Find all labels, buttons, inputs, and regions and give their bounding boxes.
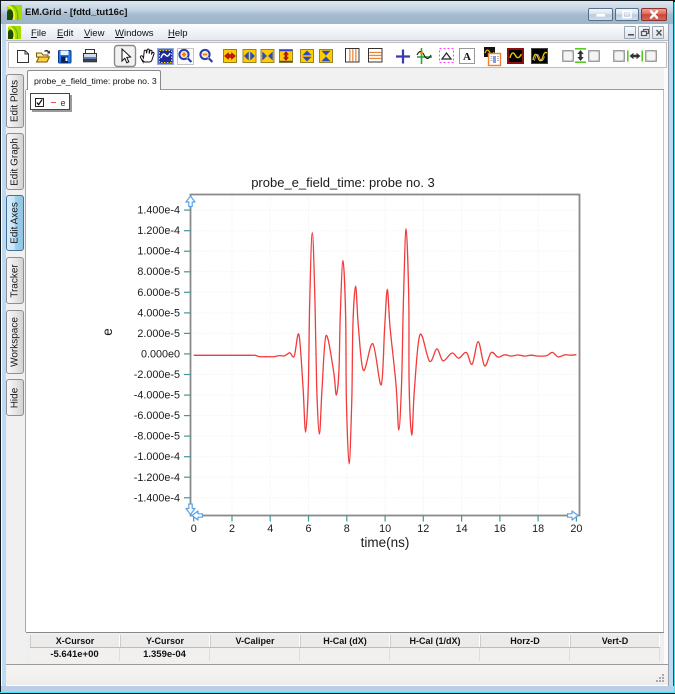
svg-text:1.000e-4: 1.000e-4 xyxy=(137,246,180,258)
svg-text:4: 4 xyxy=(267,523,273,535)
svg-text:6.000e-5: 6.000e-5 xyxy=(137,287,180,299)
svg-text:16: 16 xyxy=(494,523,506,535)
svg-text:2.000e-5: 2.000e-5 xyxy=(137,328,180,340)
svg-text:A: A xyxy=(463,51,471,63)
svg-text:-1.000e-4: -1.000e-4 xyxy=(134,451,180,463)
svg-text:8: 8 xyxy=(344,523,350,535)
svg-text:-4.000e-5: -4.000e-5 xyxy=(134,390,180,402)
svg-text:6: 6 xyxy=(305,523,311,535)
svg-text:1.400e-4: 1.400e-4 xyxy=(137,205,180,217)
svg-text:-2.000e-5: -2.000e-5 xyxy=(134,369,180,381)
svg-text:2: 2 xyxy=(229,523,235,535)
svg-text:0: 0 xyxy=(191,523,197,535)
svg-text:14: 14 xyxy=(456,523,468,535)
svg-text:8.000e-5: 8.000e-5 xyxy=(137,266,180,278)
svg-text:0.000e0: 0.000e0 xyxy=(141,348,180,360)
svg-text:-1.400e-4: -1.400e-4 xyxy=(134,492,180,504)
svg-text:4.000e-5: 4.000e-5 xyxy=(137,307,180,319)
svg-text:-6.000e-5: -6.000e-5 xyxy=(134,410,180,422)
svg-text:18: 18 xyxy=(532,523,544,535)
svg-text:time(ns): time(ns) xyxy=(361,535,410,550)
svg-text:12: 12 xyxy=(417,523,429,535)
svg-text:-1.200e-4: -1.200e-4 xyxy=(134,472,180,484)
svg-text:1.200e-4: 1.200e-4 xyxy=(137,225,180,237)
svg-text:10: 10 xyxy=(379,523,391,535)
svg-text:-8.000e-5: -8.000e-5 xyxy=(134,431,180,443)
svg-text:e: e xyxy=(100,328,115,336)
svg-text:probe_e_field_time: probe no.: probe_e_field_time: probe no. 3 xyxy=(251,175,435,190)
svg-text:20: 20 xyxy=(570,523,582,535)
